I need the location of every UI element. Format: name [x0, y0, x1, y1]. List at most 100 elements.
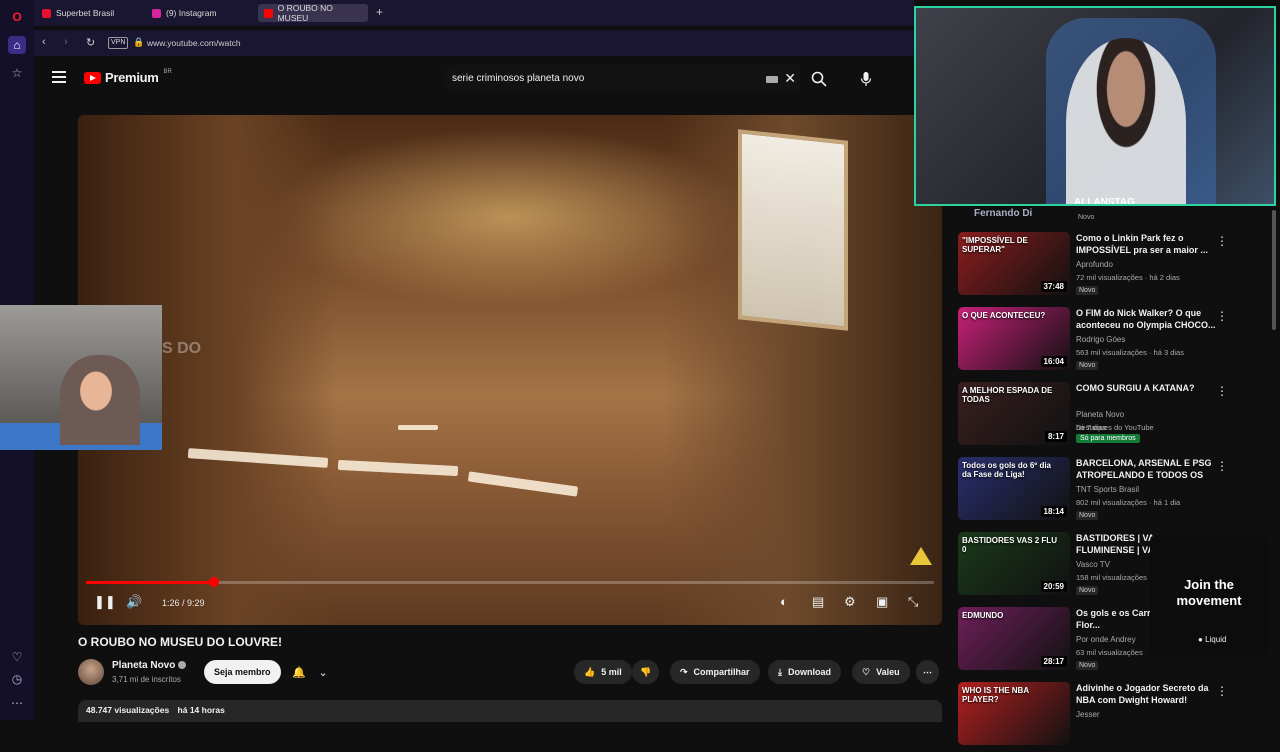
bell-icon: 🔔 [292, 666, 306, 679]
more-horizontal-icon: ⋯ [923, 666, 932, 677]
recommendation-channel[interactable]: TNT Sports Brasil [1076, 485, 1139, 494]
url-field[interactable]: www.youtube.com/watch [147, 38, 241, 48]
vpn-badge[interactable]: VPN [108, 37, 129, 49]
recommendation-channel[interactable]: Por onde Andrey [1076, 635, 1136, 644]
volume-icon[interactable]: 🔊 [126, 594, 142, 610]
settings-gear-icon[interactable]: ⚙ [844, 594, 856, 610]
more-vertical-icon[interactable]: ⋮ [1216, 309, 1228, 323]
thanks-button[interactable]: ♡ Valeu [852, 660, 910, 684]
autoplay-toggle-icon[interactable]: ◐ [780, 594, 788, 609]
recommendation-item[interactable]: Todos os gols do 6º dia da Fase de Liga!… [958, 457, 1268, 527]
ad-brand-name: Liquid [1205, 635, 1227, 644]
reload-icon[interactable]: ↻ [86, 36, 95, 49]
more-vertical-icon[interactable]: ⋮ [1216, 459, 1228, 473]
instagram-favicon-icon [152, 8, 161, 18]
dislike-button[interactable]: 👎 [632, 660, 660, 684]
back-icon[interactable]: ‹ [42, 36, 46, 48]
join-button[interactable]: Seja membro [204, 660, 281, 684]
thanks-icon: ♡ [862, 666, 871, 677]
progress-bar[interactable] [86, 577, 934, 587]
ad-line-1: Join the [1184, 577, 1234, 592]
recommendation-item[interactable]: "IMPOSSÍVEL DE SUPERAR" 37:48 Como o Linki… [958, 232, 1268, 302]
clear-search-icon[interactable]: ✕ [784, 70, 796, 87]
partial-channel-name: Fernando Di [974, 208, 1033, 219]
tab-label: Superbet Brasil [56, 8, 115, 18]
history-icon[interactable]: ◷ [8, 670, 26, 688]
tab-instagram[interactable]: (9) Instagram [146, 4, 223, 22]
recommendation-title[interactable]: COMO SURGIU A KATANA? [1076, 382, 1216, 394]
home-icon[interactable]: ⌂ [8, 36, 26, 54]
partial-badge: Novo [1078, 214, 1095, 221]
youtube-play-icon [84, 71, 101, 84]
video-thumbnail[interactable]: O QUE ACONTECEU? 16:04 [958, 307, 1070, 370]
search-input[interactable]: serie criminosos planeta novo [452, 73, 584, 84]
search-box[interactable]: serie criminosos planeta novo ✕ [442, 65, 800, 93]
recommendation-title[interactable]: Como o Linkin Park fez o IMPOSSÍVEL pra … [1076, 232, 1216, 256]
miniplayer-icon[interactable]: ▣ [876, 594, 888, 610]
voice-search-button[interactable] [852, 65, 880, 93]
recommendation-channel[interactable]: Planeta Novo [1076, 410, 1124, 419]
video-thumbnail[interactable]: EDMUNDO 28:17 [958, 607, 1070, 670]
youtube-header: Premium BR serie criminosos planeta novo… [34, 60, 944, 100]
keyboard-icon[interactable] [766, 76, 778, 83]
video-thumbnail[interactable]: A MELHOR ESPADA DE TODAS 8:17 [958, 382, 1070, 445]
recommendation-channel[interactable]: Vasco TV [1076, 560, 1110, 569]
recommendation-channel[interactable]: Rodrigo Góes [1076, 335, 1125, 344]
recommendation-title[interactable]: O FIM do Nick Walker? O que aconteceu no… [1076, 307, 1216, 331]
video-frame-light [467, 471, 579, 497]
video-watermark: S DO [162, 340, 202, 357]
video-thumbnail[interactable]: BASTIDORES VAS 2 FLU 0 20:59 [958, 532, 1070, 595]
star-icon[interactable]: ☆ [8, 64, 26, 82]
youtube-premium-logo[interactable]: Premium BR [84, 69, 172, 85]
more-vertical-icon[interactable]: ⋮ [1216, 234, 1228, 248]
streamer-figure [60, 355, 140, 445]
tab-superbet[interactable]: Superbet Brasil [36, 4, 120, 22]
pause-icon[interactable]: ❚❚ [94, 594, 116, 610]
lock-icon[interactable]: 🔒 [133, 37, 144, 48]
heart-icon[interactable]: ♡ [8, 648, 26, 666]
scrubber-handle[interactable] [209, 577, 219, 587]
recommendation-item[interactable]: A MELHOR ESPADA DE TODAS 8:17 COMO SURGIU … [958, 382, 1268, 452]
channel-avatar[interactable] [78, 659, 104, 685]
more-vertical-icon[interactable]: ⋮ [1216, 684, 1228, 698]
menu-icon[interactable] [52, 71, 66, 83]
channel-name[interactable]: Planeta Novo [112, 660, 187, 671]
recommendation-title[interactable]: BARCELONA, ARSENAL E PSG ATROPELANDO E T… [1076, 457, 1216, 483]
new-tab-plus-icon[interactable]: + [376, 5, 383, 19]
share-icon: ↷ [680, 666, 688, 677]
channel-name-text[interactable]: Planeta Novo [112, 660, 175, 671]
recommendation-item[interactable]: WHO IS THE NBA PLAYER? Adivinhe o Jogador… [958, 682, 1268, 752]
thumbnail-caption: A MELHOR ESPADA DE TODAS [962, 386, 1053, 404]
share-button[interactable]: ↷ Compartilhar [670, 660, 760, 684]
description-box[interactable]: 48.747 visualizações há 14 horas [78, 700, 942, 722]
notification-bell-button[interactable]: 🔔 ⌄ [286, 660, 334, 684]
ad-overlay[interactable]: Join the movement ● Liquid [1150, 535, 1268, 655]
superbet-favicon-icon [42, 8, 51, 18]
recommendation-channel[interactable]: Aprofundo [1076, 260, 1113, 269]
opera-logo-icon[interactable]: O [8, 8, 26, 26]
more-actions-button[interactable]: ⋯ [916, 660, 939, 684]
fullscreen-exit-icon[interactable]: ⤡ [908, 594, 918, 610]
video-thumbnail[interactable]: WHO IS THE NBA PLAYER? [958, 682, 1070, 745]
forward-icon[interactable]: › [64, 36, 68, 48]
recommendation-item[interactable]: O QUE ACONTECEU? 16:04 O FIM do Nick Walke… [958, 307, 1268, 377]
tab-youtube-video[interactable]: O ROUBO NO MUSEU [258, 3, 368, 23]
video-thumbnail[interactable]: Todos os gols do 6º dia da Fase de Liga!… [958, 457, 1070, 520]
download-button[interactable]: ⤓ Download [768, 660, 841, 684]
video-thumbnail[interactable]: "IMPOSSÍVEL DE SUPERAR" 37:48 [958, 232, 1070, 295]
thumbnail-caption: EDMUNDO [962, 611, 1004, 620]
more-icon[interactable]: ⋯ [8, 694, 26, 712]
address-bar: ‹ › ↻ VPN 🔒 www.youtube.com/watch [34, 30, 914, 56]
recommendation-highlight: Destaques do YouTube [1076, 423, 1154, 432]
streamer-cam: ALLANSTAG [914, 6, 1276, 206]
video-player[interactable]: ❚❚ 🔊 1:26 / 9:29 ◐ ▤ ⚙ ▣ ⤡ [78, 115, 942, 625]
more-vertical-icon[interactable]: ⋮ [1216, 384, 1228, 398]
like-button[interactable]: 👍 5 mil [574, 660, 632, 684]
recommendation-channel[interactable]: Jesser [1076, 710, 1100, 719]
scrollbar[interactable] [1272, 210, 1276, 330]
share-label: Compartilhar [693, 667, 750, 677]
duration-badge: 37:48 [1040, 281, 1067, 292]
recommendation-title[interactable]: Adivinhe o Jogador Secreto da NBA com Dw… [1076, 682, 1216, 706]
search-button[interactable] [804, 65, 834, 93]
subtitles-icon[interactable]: ▤ [812, 594, 824, 610]
